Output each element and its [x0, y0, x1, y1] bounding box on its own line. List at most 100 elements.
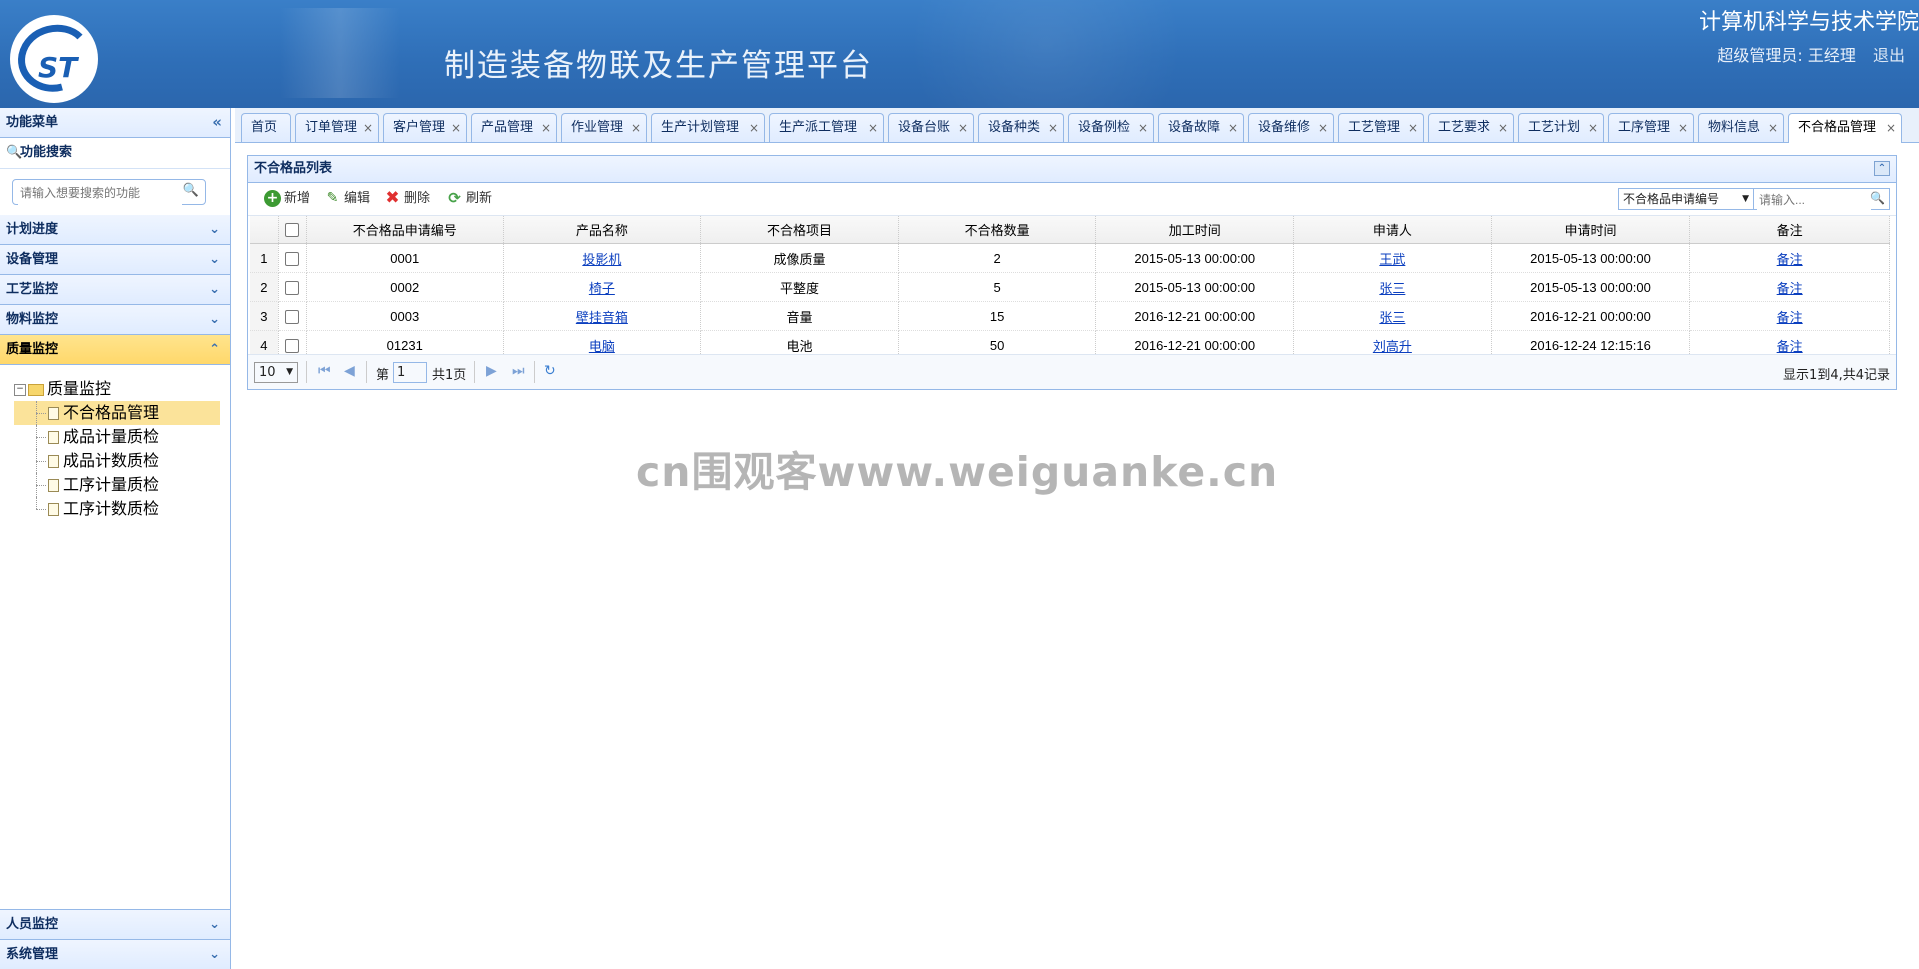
- tab-equipment-inspection[interactable]: 设备例检 ×: [1068, 113, 1154, 142]
- table-row[interactable]: 3 0003 壁挂音箱 音量 15 2016-12-21 00:00:00 张三…: [250, 301, 1890, 331]
- search-icon[interactable]: 🔍: [183, 183, 199, 198]
- tab-label: 首页: [251, 120, 278, 135]
- close-tab-icon[interactable]: ×: [1408, 114, 1418, 142]
- tree-item-product-metering-qc[interactable]: 成品计量质检: [14, 425, 230, 449]
- first-page-icon[interactable]: ⏮: [318, 363, 331, 379]
- tab-home[interactable]: 首页: [241, 113, 291, 142]
- applicant-link[interactable]: 王武: [1379, 252, 1405, 267]
- menu-section-equipment[interactable]: 设备管理 ⌄: [0, 245, 230, 275]
- tab-products[interactable]: 产品管理 ×: [471, 113, 557, 142]
- menu-section-process-monitor[interactable]: 工艺监控 ⌄: [0, 275, 230, 305]
- tab-process-requirements[interactable]: 工艺要求 ×: [1428, 113, 1514, 142]
- remark-link[interactable]: 备注: [1777, 252, 1803, 267]
- column-header[interactable]: 申请人: [1293, 216, 1492, 244]
- tab-jobs[interactable]: 作业管理 ×: [561, 113, 647, 142]
- close-tab-icon[interactable]: ×: [1886, 114, 1896, 142]
- close-tab-icon[interactable]: ×: [868, 114, 878, 142]
- next-page-icon[interactable]: ▶: [486, 363, 497, 379]
- column-header[interactable]: 加工时间: [1095, 216, 1295, 244]
- tab-material-info[interactable]: 物料信息 ×: [1698, 113, 1784, 142]
- select-all-checkbox[interactable]: [285, 223, 300, 238]
- applicant-link[interactable]: 张三: [1379, 310, 1405, 325]
- column-header[interactable]: 备注: [1689, 216, 1890, 244]
- remark-link[interactable]: 备注: [1777, 281, 1803, 296]
- logout-link[interactable]: 退出: [1873, 46, 1905, 65]
- tab-equipment-repair[interactable]: 设备维修 ×: [1248, 113, 1334, 142]
- close-tab-icon[interactable]: ×: [451, 114, 461, 142]
- search-icon[interactable]: 🔍: [1870, 191, 1885, 205]
- collapse-node-icon[interactable]: −: [14, 383, 26, 396]
- menu-section-personnel-monitor[interactable]: 人员监控 ⌄: [0, 909, 230, 940]
- collapse-panel-icon[interactable]: ⌃: [1874, 161, 1890, 176]
- close-tab-icon[interactable]: ×: [1588, 114, 1598, 142]
- close-tab-icon[interactable]: ×: [1228, 114, 1238, 142]
- last-page-icon[interactable]: ⏭: [512, 363, 525, 379]
- tab-process-management[interactable]: 工艺管理 ×: [1338, 113, 1424, 142]
- defect-quantity-cell: 2: [898, 243, 1097, 273]
- column-header[interactable]: 不合格项目: [700, 216, 899, 244]
- close-tab-icon[interactable]: ×: [1048, 114, 1058, 142]
- column-header[interactable]: 产品名称: [503, 216, 702, 244]
- column-header[interactable]: 申请时间: [1491, 216, 1691, 244]
- tree-item-process-metering-qc[interactable]: 工序计量质检: [14, 473, 230, 497]
- grid-search-input[interactable]: [1757, 190, 1871, 210]
- tree-root-quality-monitor[interactable]: − 质量监控: [14, 377, 230, 401]
- close-tab-icon[interactable]: ×: [958, 114, 968, 142]
- row-checkbox[interactable]: [285, 280, 300, 295]
- table-row[interactable]: 2 0002 椅子 平整度 5 2015-05-13 00:00:00 张三 2…: [250, 272, 1890, 302]
- tab-operation-management[interactable]: 工序管理 ×: [1608, 113, 1694, 142]
- table-row[interactable]: 1 0001 投影机 成像质量 2 2015-05-13 00:00:00 王武…: [250, 243, 1890, 273]
- applicant-link[interactable]: 张三: [1379, 281, 1405, 296]
- search-field-select[interactable]: 不合格品申请编号 ▼: [1618, 188, 1754, 210]
- close-tab-icon[interactable]: ×: [1768, 114, 1778, 142]
- tab-nonconforming-management[interactable]: 不合格品管理 ×: [1788, 113, 1902, 143]
- tab-production-plan[interactable]: 生产计划管理 ×: [651, 113, 765, 142]
- product-name-link[interactable]: 电脑: [589, 339, 615, 354]
- menu-section-quality-monitor[interactable]: 质量监控 ⌃: [0, 335, 230, 365]
- tab-orders[interactable]: 订单管理 ×: [295, 113, 379, 142]
- product-name-link[interactable]: 椅子: [589, 281, 615, 296]
- tab-process-plan[interactable]: 工艺计划 ×: [1518, 113, 1604, 142]
- close-tab-icon[interactable]: ×: [363, 114, 373, 142]
- collapse-sidebar-icon[interactable]: «: [212, 108, 222, 137]
- tab-equipment-types[interactable]: 设备种类 ×: [978, 113, 1064, 142]
- refresh-button[interactable]: ⟳ 刷新: [446, 190, 492, 208]
- close-tab-icon[interactable]: ×: [1498, 114, 1508, 142]
- menu-section-system-management[interactable]: 系统管理 ⌄: [0, 940, 230, 969]
- tab-equipment-faults[interactable]: 设备故障 ×: [1158, 113, 1244, 142]
- tree-item-product-counting-qc[interactable]: 成品计数质检: [14, 449, 230, 473]
- reload-icon[interactable]: ↻: [544, 363, 556, 379]
- tree-item-process-counting-qc[interactable]: 工序计数质检: [14, 497, 230, 521]
- function-search-input[interactable]: [18, 181, 182, 205]
- edit-button[interactable]: ✎ 编辑: [324, 190, 370, 208]
- add-button[interactable]: + 新增: [264, 190, 310, 208]
- delete-button[interactable]: ✖ 删除: [384, 190, 430, 208]
- remark-link[interactable]: 备注: [1777, 339, 1803, 354]
- page-size-select[interactable]: 10 ▼: [254, 362, 298, 383]
- close-tab-icon[interactable]: ×: [631, 114, 641, 142]
- tab-label: 生产派工管理: [779, 120, 858, 135]
- remark-link[interactable]: 备注: [1777, 310, 1803, 325]
- close-tab-icon[interactable]: ×: [1678, 114, 1688, 142]
- column-header[interactable]: 不合格品申请编号: [306, 216, 504, 244]
- product-name-link[interactable]: 投影机: [582, 252, 621, 267]
- row-checkbox[interactable]: [285, 338, 300, 353]
- prev-page-icon[interactable]: ◀: [344, 363, 355, 379]
- close-tab-icon[interactable]: ×: [541, 114, 551, 142]
- row-checkbox[interactable]: [285, 309, 300, 324]
- row-checkbox[interactable]: [285, 251, 300, 266]
- tab-customers[interactable]: 客户管理 ×: [383, 113, 467, 142]
- tree-item-nonconforming-management[interactable]: 不合格品管理: [14, 401, 220, 425]
- menu-section-plan-progress[interactable]: 计划进度 ⌄: [0, 215, 230, 245]
- applicant-link[interactable]: 刘高升: [1373, 339, 1412, 354]
- close-tab-icon[interactable]: ×: [1138, 114, 1148, 142]
- menu-section-material-monitor[interactable]: 物料监控 ⌄: [0, 305, 230, 335]
- page-number-input[interactable]: 1: [393, 362, 427, 383]
- tab-equipment-ledger[interactable]: 设备台账 ×: [888, 113, 974, 142]
- tab-dispatch[interactable]: 生产派工管理 ×: [769, 113, 884, 142]
- column-header[interactable]: 不合格数量: [898, 216, 1097, 244]
- product-name-cell: 椅子: [503, 272, 702, 302]
- product-name-link[interactable]: 壁挂音箱: [576, 310, 628, 325]
- close-tab-icon[interactable]: ×: [749, 114, 759, 142]
- close-tab-icon[interactable]: ×: [1318, 114, 1328, 142]
